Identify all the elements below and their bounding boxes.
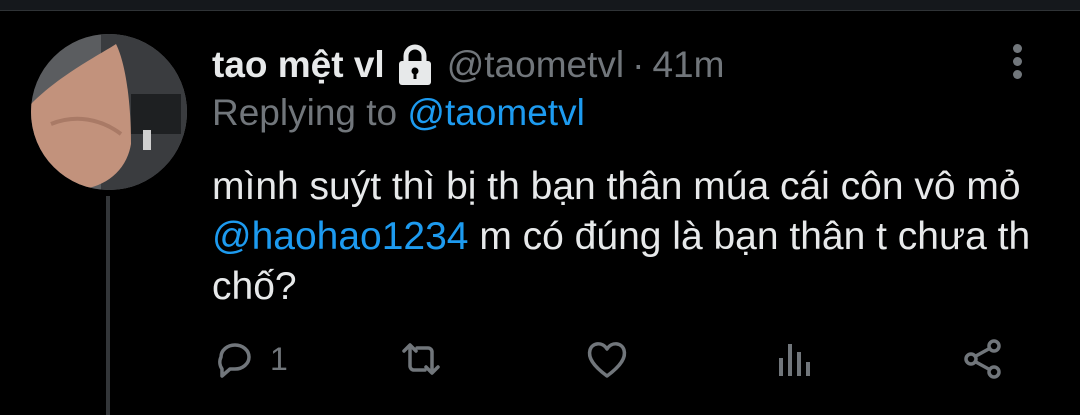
tweet-text: mình suýt thì bị th bạn thân múa cái côn… bbox=[212, 162, 1032, 312]
avatar[interactable] bbox=[31, 34, 187, 190]
avatar-image bbox=[31, 34, 187, 190]
heart-icon bbox=[587, 342, 627, 378]
separator-dot: · bbox=[632, 44, 645, 85]
replying-to-handle[interactable]: @taometvl bbox=[407, 92, 584, 133]
user-handle[interactable]: @taometvl bbox=[447, 44, 624, 86]
reply-icon bbox=[218, 343, 251, 378]
more-options-button[interactable] bbox=[1000, 40, 1034, 84]
share-icon bbox=[964, 339, 1001, 379]
replying-to: Replying to @taometvl bbox=[212, 92, 1042, 134]
like-button[interactable] bbox=[584, 334, 630, 384]
tweet-text-part1: mình suýt thì bị th bạn thân múa cái côn… bbox=[212, 165, 1021, 208]
more-vertical-icon bbox=[1000, 44, 1034, 79]
reply-count: 1 bbox=[270, 340, 288, 377]
replying-to-label: Replying to bbox=[212, 92, 398, 133]
lock-icon bbox=[398, 44, 431, 85]
analytics-icon bbox=[779, 344, 810, 376]
top-divider bbox=[0, 0, 1080, 11]
reply-button[interactable]: 1 bbox=[212, 334, 288, 384]
analytics-button[interactable] bbox=[772, 334, 818, 384]
retweet-button[interactable] bbox=[398, 334, 444, 384]
tweet[interactable]: tao mệt vl @taometvl · 41m Replying to @… bbox=[212, 40, 1042, 312]
share-button[interactable] bbox=[960, 334, 1006, 384]
tweet-actions: 1 bbox=[212, 334, 1032, 384]
display-name[interactable]: tao mệt vl bbox=[212, 44, 385, 86]
timestamp[interactable]: 41m bbox=[652, 44, 724, 86]
tweet-header: tao mệt vl @taometvl · 41m bbox=[212, 40, 1042, 90]
mention-link[interactable]: @haohao1234 bbox=[212, 215, 469, 258]
retweet-icon bbox=[402, 343, 440, 375]
thread-line bbox=[106, 196, 110, 415]
